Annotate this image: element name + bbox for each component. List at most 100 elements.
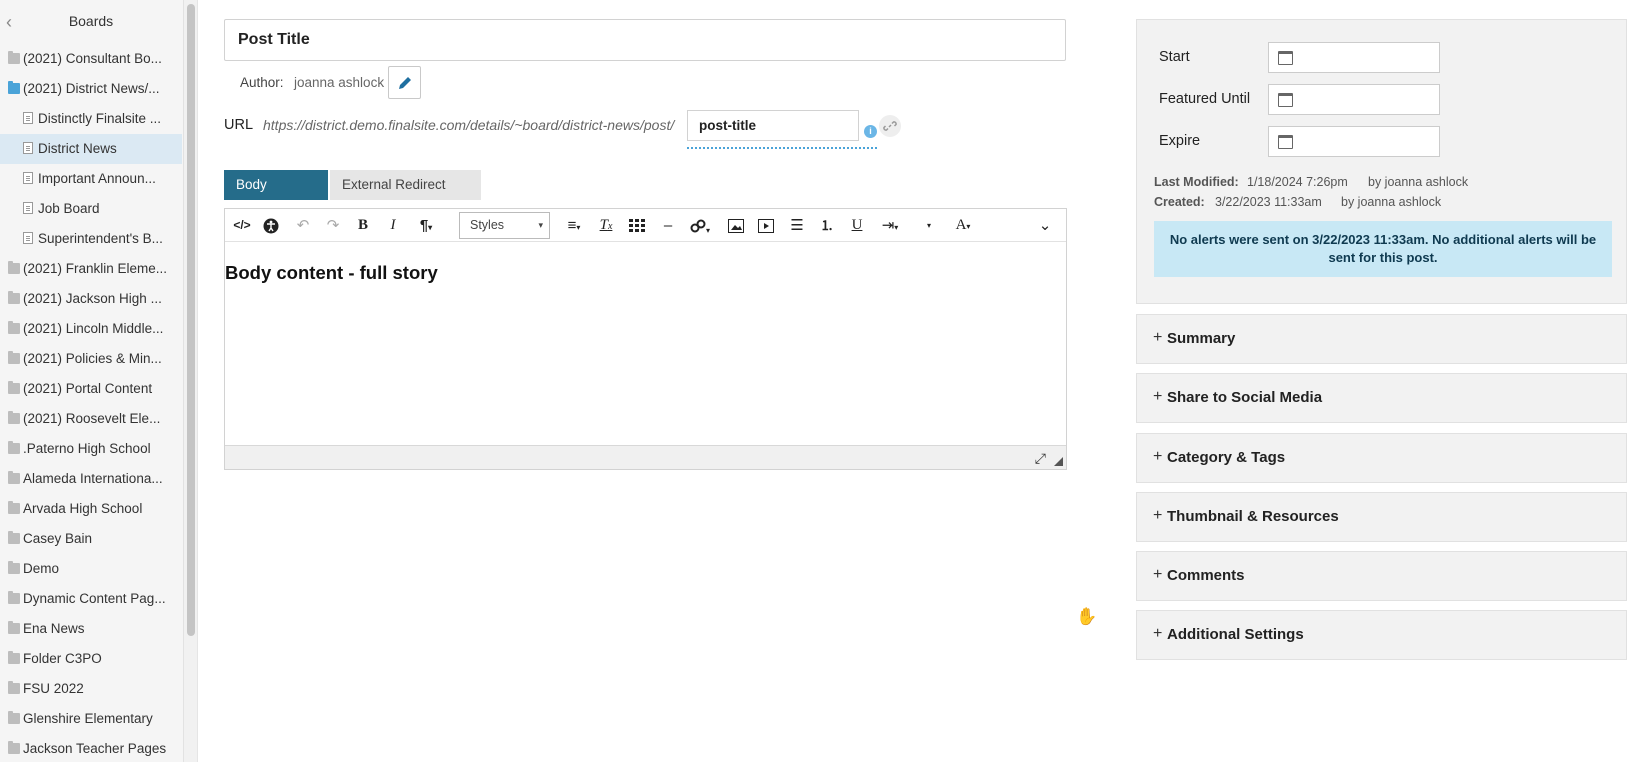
link-icon[interactable]: [879, 115, 901, 137]
accordion-comments[interactable]: + Comments: [1136, 551, 1627, 601]
created-label: Created:: [1154, 195, 1205, 209]
redo-icon[interactable]: ↷: [322, 215, 344, 236]
created-by: by joanna ashlock: [1341, 195, 1442, 209]
indent-icon[interactable]: ⇥▾: [875, 215, 905, 236]
sidebar-item-label: Alameda Internationa...: [23, 471, 163, 486]
sidebar-item[interactable]: Superintendent's B...: [0, 224, 182, 254]
italic-icon[interactable]: I: [382, 215, 404, 236]
sidebar-scrollbar[interactable]: [184, 0, 198, 762]
sidebar-item-label: Demo: [23, 561, 60, 576]
alert-notice: No alerts were sent on 3/22/2023 11:33am…: [1154, 221, 1612, 277]
sidebar-item[interactable]: Ena News: [0, 614, 182, 644]
board-icon: [23, 142, 33, 154]
plus-icon: +: [1153, 566, 1163, 583]
plus-icon: +: [1153, 329, 1163, 346]
accordion-additional-settings[interactable]: + Additional Settings: [1136, 610, 1627, 660]
accordion-summary[interactable]: + Summary: [1136, 314, 1627, 364]
start-label: Start: [1159, 49, 1190, 65]
sidebar-item[interactable]: District News: [0, 134, 182, 164]
styles-dropdown[interactable]: Styles ▾: [459, 212, 550, 239]
chevron-down-icon[interactable]: ⌄: [1033, 215, 1057, 236]
media-icon[interactable]: [755, 215, 777, 236]
url-prefix: https://district.demo.finalsite.com/deta…: [263, 117, 675, 133]
sidebar-item[interactable]: Casey Bain: [0, 524, 182, 554]
font-size-icon[interactable]: A▾: [949, 215, 977, 236]
bullet-list-icon[interactable]: ☰: [786, 215, 808, 236]
accordion-category-tags[interactable]: + Category & Tags: [1136, 433, 1627, 483]
tab-external-redirect-url[interactable]: External Redirect URL: [330, 170, 481, 222]
sidebar-item[interactable]: FSU 2022: [0, 674, 182, 704]
url-label: URL: [224, 117, 254, 133]
accessibility-icon[interactable]: [260, 215, 282, 236]
folder-icon: [8, 411, 20, 424]
resize-handle-icon[interactable]: [1054, 457, 1063, 466]
start-date-input[interactable]: [1268, 42, 1440, 73]
horizontal-line-icon[interactable]: –: [657, 215, 679, 236]
folder-icon: [8, 651, 20, 664]
numbered-list-icon[interactable]: ⒈: [816, 215, 838, 236]
sidebar-item[interactable]: Arvada High School: [0, 494, 182, 524]
sidebar-item-label: (2021) Portal Content: [23, 381, 153, 396]
editor-content-area[interactable]: Body content - full story: [225, 242, 1066, 452]
accordion-thumbnail-resources[interactable]: + Thumbnail & Resources: [1136, 492, 1627, 542]
sidebar-item[interactable]: .Paterno High School: [0, 434, 182, 464]
sidebar-item[interactable]: (2021) District News/...: [0, 74, 182, 104]
sidebar-item[interactable]: (2021) Lincoln Middle...: [0, 314, 182, 344]
clear-formatting-icon[interactable]: Tx: [595, 215, 617, 236]
sidebar-item[interactable]: (2021) Consultant Bo...: [0, 44, 182, 74]
dates-panel: Start Featured Until Expire Last Modifie…: [1136, 19, 1627, 304]
bold-icon[interactable]: B: [352, 215, 374, 236]
folder-icon: [8, 291, 20, 304]
sidebar-item[interactable]: Alameda Internationa...: [0, 464, 182, 494]
post-title-input[interactable]: Post Title: [224, 19, 1066, 61]
accordion-share-to-social-media[interactable]: + Share to Social Media: [1136, 373, 1627, 423]
last-modified-value: 1/18/2024 7:26pm: [1247, 175, 1348, 189]
link-insert-icon[interactable]: ▾: [685, 215, 715, 236]
accordion-title: Additional Settings: [1167, 626, 1304, 643]
info-icon[interactable]: i: [864, 125, 877, 138]
sidebar-item[interactable]: Demo: [0, 554, 182, 584]
folder-icon: [8, 531, 20, 544]
rich-text-editor: </> ↶ ↷ B I ¶▾ Styles ▾ ≡▾ Tx – ▾ ☰ ⒈ U …: [224, 208, 1067, 470]
boards-sidebar: ‹ Boards (2021) Consultant Bo... (2021) D…: [0, 0, 184, 762]
folder-icon: [8, 711, 20, 724]
sidebar-item[interactable]: (2021) Franklin Eleme...: [0, 254, 182, 284]
folder-icon: [8, 51, 20, 64]
sidebar-item[interactable]: Dynamic Content Pag...: [0, 584, 182, 614]
sidebar-item[interactable]: Glenshire Elementary: [0, 704, 182, 734]
table-icon[interactable]: [626, 215, 648, 236]
sidebar-item[interactable]: Folder C3PO: [0, 644, 182, 674]
align-icon[interactable]: ≡▾: [561, 215, 587, 236]
underline-icon[interactable]: U: [846, 215, 868, 236]
author-name: joanna ashlock: [294, 75, 385, 90]
sidebar-item[interactable]: (2021) Policies & Min...: [0, 344, 182, 374]
board-icon: [23, 202, 33, 214]
board-list: (2021) Consultant Bo... (2021) District N…: [0, 44, 182, 764]
body-content-text[interactable]: Body content - full story: [225, 262, 438, 284]
sidebar-item-label: (2021) Consultant Bo...: [23, 51, 162, 66]
sidebar-item[interactable]: Jackson Teacher Pages: [0, 734, 182, 764]
source-code-icon[interactable]: </>: [231, 215, 253, 236]
folder-icon: [8, 351, 20, 364]
fullscreen-icon[interactable]: ⤢: [1035, 450, 1046, 467]
tab-body-content[interactable]: Body Content: [224, 170, 328, 222]
sidebar-item[interactable]: (2021) Roosevelt Ele...: [0, 404, 182, 434]
sidebar-item[interactable]: (2021) Portal Content: [0, 374, 182, 404]
featured-until-date-input[interactable]: [1268, 84, 1440, 115]
styles-dropdown-label: Styles: [470, 218, 505, 232]
scrollbar-thumb[interactable]: [187, 4, 195, 636]
sidebar-item[interactable]: Job Board: [0, 194, 182, 224]
edit-author-button[interactable]: [388, 66, 421, 99]
paragraph-format-icon[interactable]: ¶▾: [412, 215, 440, 236]
last-modified-label: Last Modified:: [1154, 175, 1239, 189]
undo-icon[interactable]: ↶: [292, 215, 314, 236]
sidebar-item-label: Dynamic Content Pag...: [23, 591, 166, 606]
more-dropdown-icon[interactable]: ▾: [922, 215, 936, 236]
sidebar-item[interactable]: (2021) Jackson High ...: [0, 284, 182, 314]
folder-open-icon: [8, 81, 20, 94]
sidebar-item[interactable]: Important Announ...: [0, 164, 182, 194]
sidebar-item[interactable]: Distinctly Finalsite ...: [0, 104, 182, 134]
image-icon[interactable]: [725, 215, 747, 236]
url-slug-input[interactable]: post-title: [687, 110, 859, 141]
expire-date-input[interactable]: [1268, 126, 1440, 157]
